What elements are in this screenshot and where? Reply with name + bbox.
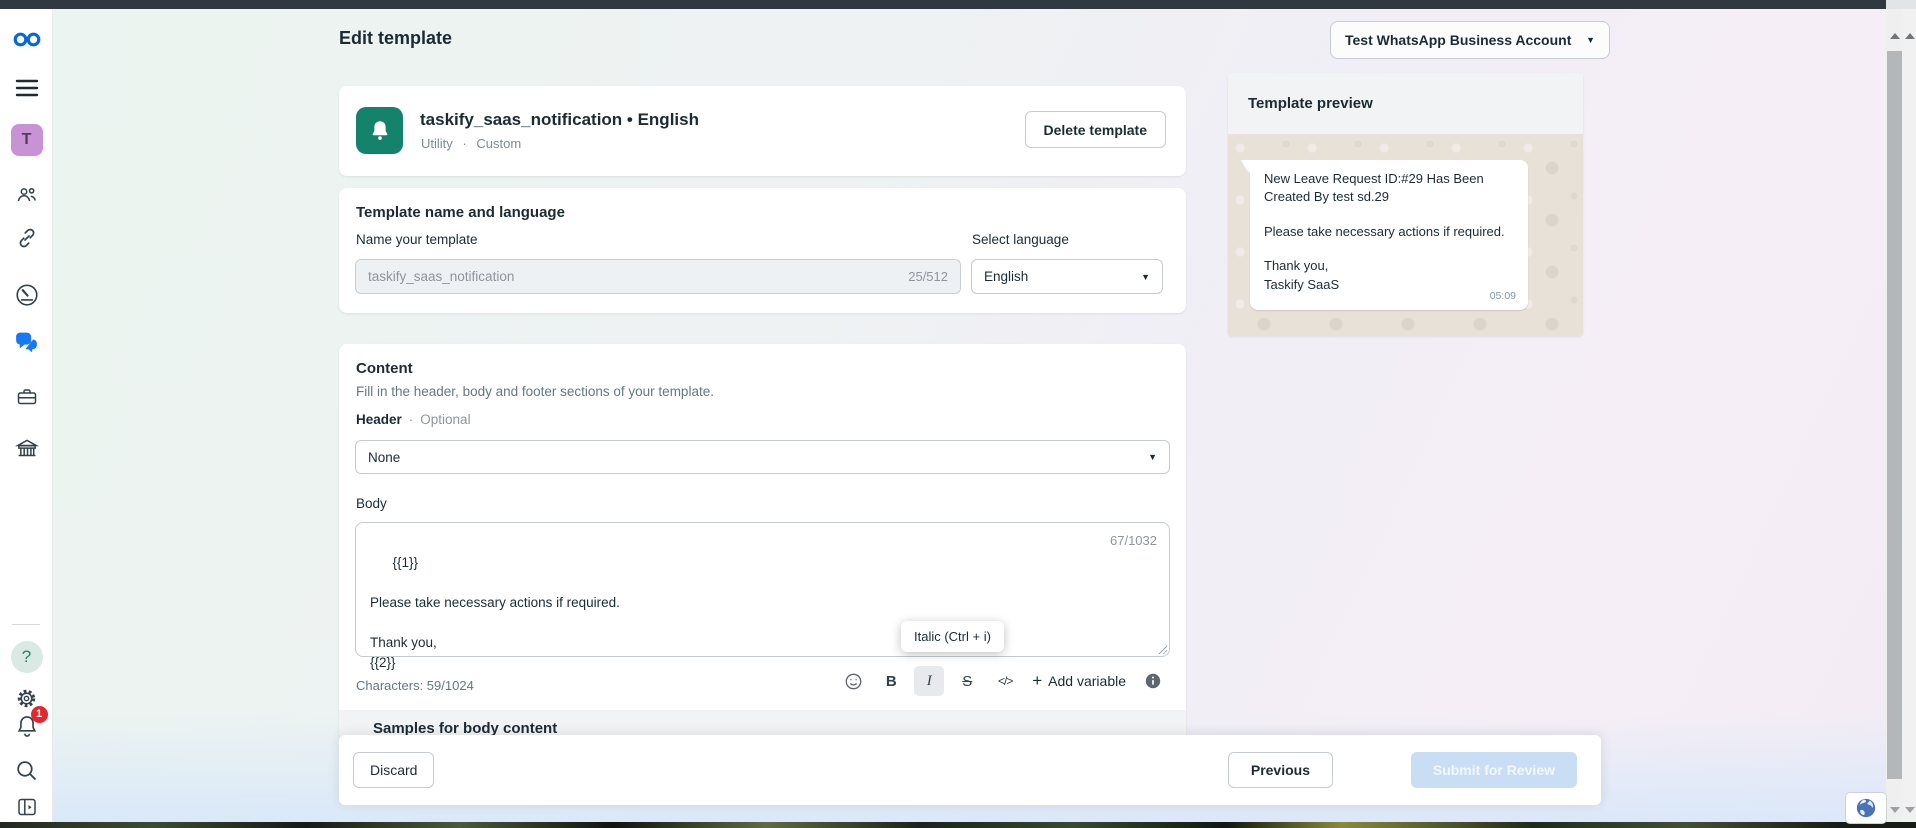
- scroll-down-icon[interactable]: [1890, 807, 1900, 813]
- header-type-select[interactable]: None ▼: [355, 440, 1170, 474]
- page-title: Edit template: [339, 28, 452, 49]
- desktop-wallpaper-sliver: [0, 822, 1916, 828]
- footer-action-bar: Discard Previous Submit for Review: [339, 735, 1601, 805]
- business-avatar[interactable]: T: [0, 123, 53, 157]
- content-card: Content Fill in the header, body and foo…: [339, 344, 1186, 740]
- template-bell-icon: [356, 107, 403, 154]
- delete-template-button[interactable]: Delete template: [1025, 111, 1166, 148]
- browser-top-strip: [0, 0, 1886, 9]
- inner-scrollbar-thumb[interactable]: [1887, 51, 1902, 779]
- header-type-value: None: [368, 450, 400, 465]
- message-line: Please take necessary actions if require…: [1264, 223, 1514, 241]
- plus-icon: +: [1032, 671, 1042, 691]
- submit-for-review-button[interactable]: Submit for Review: [1411, 752, 1577, 788]
- preview-title: Template preview: [1228, 73, 1583, 134]
- chevron-down-icon: ▼: [1148, 452, 1157, 462]
- sidebar-divider: [12, 624, 40, 625]
- header-optional-label: Optional: [420, 412, 470, 427]
- audiences-icon[interactable]: [0, 181, 53, 209]
- language-select-value: English: [984, 269, 1028, 284]
- italic-tooltip: Italic (Ctrl + i): [901, 621, 1004, 652]
- name-char-counter: 25/512: [908, 269, 948, 284]
- notification-badge: 1: [31, 706, 48, 723]
- outer-scrollbar-track[interactable]: [1903, 9, 1916, 822]
- translate-globe-button[interactable]: [1845, 792, 1887, 824]
- body-textarea[interactable]: {{1}} Please take necessary actions if r…: [355, 522, 1170, 657]
- business-tools-briefcase-icon[interactable]: [0, 383, 53, 411]
- info-icon[interactable]: [1138, 666, 1168, 696]
- body-text: {{1}} Please take necessary actions if r…: [370, 555, 620, 670]
- previous-button[interactable]: Previous: [1228, 752, 1333, 788]
- menu-hamburger-icon[interactable]: [0, 75, 53, 101]
- notifications-bell-icon[interactable]: 1: [0, 712, 53, 744]
- content-description: Fill in the header, body and footer sect…: [356, 384, 714, 399]
- account-selector-label: Test WhatsApp Business Account: [1345, 32, 1571, 48]
- whatsapp-chat-background: New Leave Request ID:#29 Has Been Create…: [1228, 134, 1583, 336]
- collapse-sidebar-icon[interactable]: [0, 793, 53, 821]
- message-line: New Leave Request ID:#29 Has Been Create…: [1264, 170, 1514, 207]
- browser-top-strip-corner: [1886, 0, 1916, 9]
- edit-template-page: T ? 1: [0, 0, 1916, 828]
- select-language-label: Select language: [972, 232, 1069, 247]
- resize-handle[interactable]: [1157, 644, 1167, 654]
- subtitle-separator: ·: [462, 136, 466, 151]
- template-name-label: Name your template: [356, 232, 478, 247]
- name-language-section-title: Template name and language: [356, 204, 565, 221]
- header-field-label-row: Header · Optional: [356, 412, 471, 427]
- discard-button[interactable]: Discard: [353, 752, 434, 788]
- billing-bank-icon[interactable]: [0, 434, 53, 464]
- search-icon[interactable]: [0, 755, 53, 785]
- emoji-smiley-icon[interactable]: [838, 666, 868, 696]
- avatar-letter: T: [11, 124, 43, 156]
- chevron-down-icon: ▼: [1141, 272, 1150, 282]
- link-icon[interactable]: [0, 224, 53, 252]
- template-subtitle: Utility · Custom: [421, 136, 521, 151]
- preview-message-bubble: New Leave Request ID:#29 Has Been Create…: [1250, 160, 1528, 310]
- inbox-chat-icon[interactable]: [0, 327, 53, 357]
- content-section-title: Content: [356, 360, 413, 377]
- add-variable-button[interactable]: + Add variable: [1028, 671, 1130, 691]
- bold-button[interactable]: B: [876, 666, 906, 696]
- scroll-down-icon[interactable]: [1905, 807, 1915, 813]
- template-name-input[interactable]: taskify_saas_notification 25/512: [355, 259, 961, 294]
- chevron-down-icon: ▼: [1586, 35, 1595, 45]
- header-label: Header: [356, 412, 402, 427]
- body-char-counter: 67/1032: [1110, 531, 1157, 550]
- template-type: Custom: [476, 136, 521, 151]
- template-category: Utility: [421, 136, 453, 151]
- performance-gauge-icon[interactable]: [0, 280, 53, 310]
- body-label: Body: [356, 496, 387, 511]
- template-name-value: taskify_saas_notification: [368, 269, 514, 284]
- message-line: Taskify SaaS: [1264, 276, 1514, 294]
- meta-logo-icon[interactable]: [0, 25, 53, 53]
- label-separator: ·: [409, 412, 414, 427]
- message-line: Thank you,: [1264, 257, 1514, 275]
- italic-button[interactable]: I: [914, 666, 944, 696]
- strikethrough-button[interactable]: S: [952, 666, 982, 696]
- body-format-toolbar: B I S </> + Add variable: [838, 666, 1168, 696]
- template-summary-card: taskify_saas_notification • English Util…: [339, 86, 1186, 176]
- name-language-card: Template name and language Name your tem…: [339, 188, 1186, 313]
- template-preview-panel: Template preview New Leave Request ID:#2…: [1228, 73, 1583, 336]
- account-selector[interactable]: Test WhatsApp Business Account ▼: [1330, 21, 1610, 59]
- message-timestamp: 05:09: [1490, 289, 1516, 304]
- characters-counter: Characters: 59/1024: [356, 678, 474, 693]
- help-button[interactable]: ?: [0, 640, 53, 674]
- inner-scrollbar-track[interactable]: [1886, 9, 1903, 822]
- language-select[interactable]: English ▼: [971, 259, 1163, 294]
- add-variable-label: Add variable: [1048, 673, 1126, 689]
- sidebar: T ? 1: [0, 9, 53, 822]
- code-button[interactable]: </>: [990, 666, 1020, 696]
- scroll-up-icon[interactable]: [1905, 33, 1915, 39]
- template-title: taskify_saas_notification • English: [420, 110, 699, 130]
- scroll-up-icon[interactable]: [1890, 33, 1900, 39]
- help-question-icon: ?: [11, 641, 43, 673]
